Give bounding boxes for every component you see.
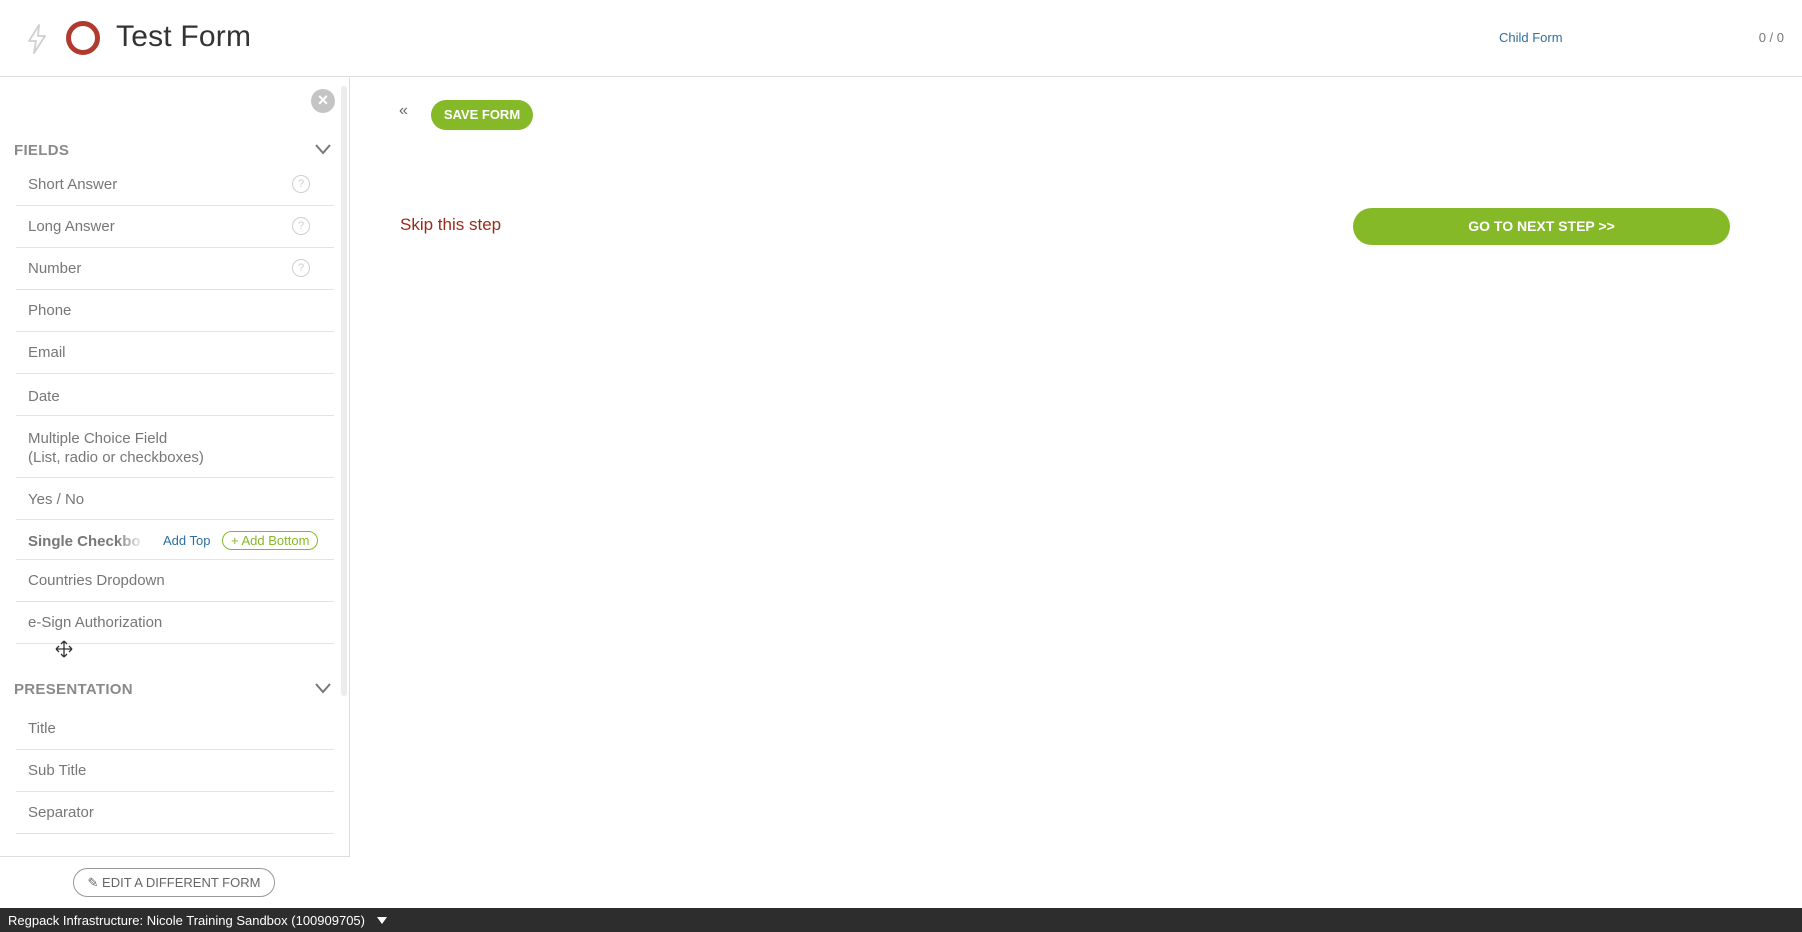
field-item-number[interactable]: Number ? [16,248,334,290]
ring-logo-icon [66,21,100,55]
presentation-section-header[interactable]: PRESENTATION [14,681,334,705]
field-item-single-checkbox[interactable]: Single Checkbox Add Top + Add Bottom [16,520,334,560]
field-item-label: Countries Dropdown [28,572,165,589]
field-item-label: Title [28,720,56,737]
field-item-sublabel: (List, radio or checkboxes) [28,449,204,466]
field-palette-sidebar: × FIELDS Short Answer ? Long Answer ? Nu… [0,78,350,908]
lightning-bolt-icon[interactable] [26,24,48,54]
field-item-label: Number [28,260,82,277]
add-top-button[interactable]: Add Top [163,533,210,548]
presentation-item-sub-title[interactable]: Sub Title [16,750,334,792]
skip-step-link[interactable]: Skip this step [400,215,501,235]
label-fade-overlay [116,520,146,559]
chevron-down-icon[interactable] [314,142,332,156]
fields-section-label: FIELDS [14,142,70,159]
field-item-label: Separator [28,804,94,821]
sidebar-scroll-area: × FIELDS Short Answer ? Long Answer ? Nu… [0,78,340,858]
field-item-date[interactable]: Date [16,374,334,416]
field-item-esign[interactable]: e-Sign Authorization [16,602,334,644]
add-bottom-button[interactable]: + Add Bottom [222,531,319,550]
help-icon[interactable]: ? [292,217,310,235]
page-title: Test Form [116,20,252,53]
field-item-label: Yes / No [28,491,85,508]
field-item-short-answer[interactable]: Short Answer ? [16,164,334,206]
chevron-down-icon[interactable] [314,681,332,695]
app-header: Test Form Child Form 0 / 0 [0,0,1802,77]
close-sidebar-button[interactable]: × [311,89,335,113]
fields-section-header[interactable]: FIELDS [14,142,334,166]
sidebar-footer: ✎ EDIT A DIFFERENT FORM [0,856,350,908]
field-item-multiple-choice[interactable]: Multiple Choice Field (List, radio or ch… [16,416,334,478]
sidebar-scrollbar[interactable] [341,86,347,696]
move-cursor-icon [55,640,73,658]
presentation-item-separator[interactable]: Separator [16,792,334,834]
next-step-button[interactable]: GO TO NEXT STEP >> [1353,208,1730,245]
field-item-label: Multiple Choice Field [28,430,168,447]
caret-down-icon[interactable] [377,917,387,924]
help-icon[interactable]: ? [292,259,310,277]
help-icon[interactable]: ? [292,175,310,193]
presentation-item-title[interactable]: Title [16,708,334,750]
field-item-label: Sub Title [28,762,87,779]
field-item-label: Date [28,388,60,405]
field-item-countries-dropdown[interactable]: Countries Dropdown [16,560,334,602]
edit-different-form-label: EDIT A DIFFERENT FORM [102,875,261,890]
form-counter: 0 / 0 [1758,30,1784,45]
field-item-email[interactable]: Email [16,332,334,374]
child-form-link[interactable]: Child Form [1499,30,1563,45]
field-item-label: e-Sign Authorization [28,614,163,631]
field-item-label: Long Answer [28,218,115,235]
edit-different-form-button[interactable]: ✎ EDIT A DIFFERENT FORM [73,868,275,897]
presentation-section-label: PRESENTATION [14,681,133,698]
pencil-icon: ✎ [87,875,103,890]
collapse-sidebar-button[interactable]: « [399,102,408,120]
account-status-bar: Regpack Infrastructure: Nicole Training … [0,908,1802,932]
field-item-label: Phone [28,302,72,319]
field-item-label: Short Answer [28,176,118,193]
field-item-phone[interactable]: Phone [16,290,334,332]
field-item-long-answer[interactable]: Long Answer ? [16,206,334,248]
field-item-label: Email [28,344,66,361]
save-form-button[interactable]: SAVE FORM [431,100,533,130]
field-item-yes-no[interactable]: Yes / No [16,478,334,520]
account-label: Regpack Infrastructure: Nicole Training … [8,913,365,928]
